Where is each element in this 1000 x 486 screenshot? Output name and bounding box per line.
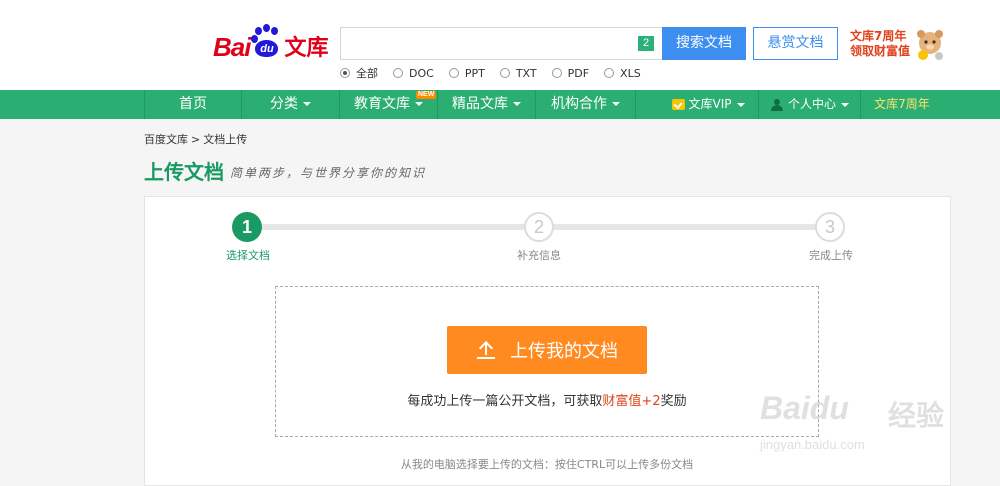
mascot-icon[interactable] bbox=[913, 27, 947, 61]
filetype-label: PDF bbox=[567, 66, 590, 80]
step-2-circle: 2 bbox=[524, 212, 554, 242]
page-title: 上传文档 bbox=[144, 160, 224, 184]
nav-premium[interactable]: 精品文库 bbox=[438, 90, 535, 119]
upload-instructions: 从我的电脑选择要上传的文档：按住CTRL可以上传多份文档 bbox=[400, 458, 694, 471]
filetype-label: DOC bbox=[409, 66, 434, 80]
filetype-txt[interactable]: TXT bbox=[499, 65, 537, 81]
watermark-url: jingyan.baidu.com bbox=[760, 437, 865, 452]
filetype-all[interactable]: 全部 bbox=[340, 65, 378, 81]
watermark-jingyan: 经验 bbox=[888, 399, 945, 432]
radio-icon[interactable] bbox=[499, 68, 510, 78]
filetype-label: TXT bbox=[515, 66, 537, 80]
upload-reward-hint: 每成功上传一篇公开文档，可获取财富值+2奖励 bbox=[275, 390, 819, 409]
step-3-label: 完成上传 bbox=[809, 249, 853, 262]
radio-icon[interactable] bbox=[551, 68, 562, 78]
nav-personal-center[interactable]: 个人中心 bbox=[762, 90, 858, 119]
user-icon bbox=[770, 98, 783, 111]
hint-suffix: 奖励 bbox=[660, 394, 687, 409]
breadcrumb-current: 文档上传 bbox=[203, 133, 248, 146]
nav-vip[interactable]: 文库VIP bbox=[660, 90, 756, 119]
paw-icon: du bbox=[251, 24, 281, 60]
search-input[interactable] bbox=[341, 28, 621, 59]
step-3-circle: 3 bbox=[815, 212, 845, 242]
radio-icon[interactable] bbox=[340, 68, 350, 78]
anniversary-promo[interactable]: 文库7周年 领取财富值 bbox=[850, 29, 920, 59]
step-2-label: 补充信息 bbox=[517, 249, 561, 262]
breadcrumb-root[interactable]: 百度文库 bbox=[144, 133, 188, 146]
promo-line-1: 文库7周年 bbox=[850, 29, 907, 43]
filetype-pdf[interactable]: PDF bbox=[551, 65, 590, 81]
nav-divider bbox=[860, 90, 861, 119]
promo-line-2: 领取财富值 bbox=[850, 44, 911, 58]
nav-divider bbox=[758, 90, 759, 119]
page-slogan: 简单两步，与世界分享你的知识 bbox=[230, 166, 427, 180]
search-count-badge: 2 bbox=[638, 36, 654, 51]
chevron-down-icon bbox=[303, 102, 311, 106]
hint-wealth: 财富值 bbox=[602, 394, 642, 409]
nav-vip-label: 文库VIP bbox=[688, 97, 732, 111]
nav-category-label: 分类 bbox=[270, 96, 298, 112]
filetype-label: 全部 bbox=[356, 67, 378, 80]
chevron-down-icon bbox=[415, 102, 423, 106]
filetype-ppt[interactable]: PPT bbox=[448, 65, 485, 81]
step-1-circle: 1 bbox=[232, 212, 262, 242]
radio-icon[interactable] bbox=[393, 68, 403, 78]
nav-home[interactable]: 首页 bbox=[145, 90, 241, 119]
search-button[interactable]: 搜索文档 bbox=[662, 27, 746, 60]
reward-document-button[interactable]: 悬赏文档 bbox=[753, 27, 838, 60]
breadcrumb-separator: > bbox=[191, 133, 201, 146]
chevron-down-icon bbox=[736, 102, 745, 107]
upload-button-label: 上传我的文档 bbox=[510, 341, 618, 362]
breadcrumb: 百度文库 > 文档上传 bbox=[144, 131, 250, 147]
chevron-down-icon bbox=[513, 102, 521, 106]
nav-personal-label: 个人中心 bbox=[787, 97, 836, 111]
logo-wenku-text: 文库 bbox=[284, 36, 329, 61]
filetype-xls[interactable]: XLS bbox=[604, 65, 641, 81]
new-badge: NEW bbox=[416, 91, 437, 99]
watermark-bai: Baidu bbox=[760, 390, 849, 426]
radio-icon[interactable] bbox=[604, 68, 615, 78]
radio-icon[interactable] bbox=[448, 68, 459, 78]
filetype-label: PPT bbox=[464, 66, 485, 80]
vip-icon bbox=[671, 99, 685, 110]
nav-divider bbox=[635, 90, 636, 119]
hint-bonus: +2 bbox=[641, 394, 661, 409]
logo-bai-text: Bai bbox=[213, 32, 251, 62]
filetype-filter: 全部 DOC PPT TXT PDF XLS bbox=[340, 65, 656, 81]
logo-du-text: du bbox=[255, 40, 279, 57]
nav-category[interactable]: 分类 bbox=[242, 90, 339, 119]
baidu-wenku-logo[interactable]: Bai du 文库 bbox=[213, 20, 328, 60]
nav-education-label: 教育文库 bbox=[354, 96, 410, 112]
chevron-down-icon bbox=[612, 102, 620, 106]
nav-anniversary[interactable]: 文库7周年 bbox=[862, 90, 942, 119]
search-box bbox=[340, 27, 662, 60]
filetype-doc[interactable]: DOC bbox=[393, 65, 434, 81]
step-1-label: 选择文档 bbox=[226, 249, 270, 262]
nav-premium-label: 精品文库 bbox=[452, 96, 508, 112]
upload-icon bbox=[476, 340, 498, 360]
nav-partners[interactable]: 机构合作 bbox=[536, 90, 635, 119]
filetype-label: XLS bbox=[620, 66, 641, 80]
nav-partners-label: 机构合作 bbox=[551, 96, 607, 112]
baidu-jingyan-watermark: Baidu 经验 jingyan.baidu.com bbox=[760, 380, 1000, 476]
chevron-down-icon bbox=[841, 102, 849, 107]
upload-document-button[interactable]: 上传我的文档 bbox=[447, 326, 647, 374]
hint-prefix: 每成功上传一篇公开文档，可获取 bbox=[407, 394, 603, 409]
